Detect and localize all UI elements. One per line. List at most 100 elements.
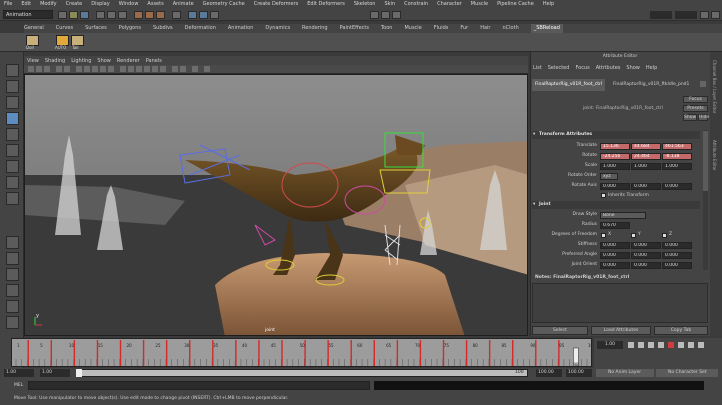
- menu-muscle[interactable]: Muscle: [471, 1, 488, 7]
- range-slider-handle[interactable]: [76, 369, 82, 377]
- stiffness-x-field[interactable]: 0.000: [600, 242, 630, 249]
- textured-icon[interactable]: [144, 66, 150, 72]
- shelf-tab-muscle[interactable]: Muscle: [404, 24, 421, 33]
- menu-create[interactable]: Create: [66, 1, 83, 7]
- tab-foot-ctrl[interactable]: FinalRaptorRig_v01R_foot_ctrl: [532, 79, 606, 91]
- menu-edit-deformers[interactable]: Edit Deformers: [307, 1, 345, 7]
- shelf-tab-painteffects[interactable]: PaintEffects: [340, 24, 369, 33]
- time-slider[interactable]: 1510152025303540455055606570758085909510…: [11, 338, 592, 367]
- playback-end-field[interactable]: 100.00: [536, 369, 562, 377]
- universal-manipulator-icon[interactable]: [6, 160, 19, 173]
- open-scene-icon[interactable]: [69, 11, 78, 19]
- ae-menu-selected[interactable]: Selected: [548, 64, 570, 73]
- keyframe-marker[interactable]: [258, 340, 260, 366]
- grid-toggle-icon[interactable]: [64, 66, 70, 72]
- shelf-tab-toon[interactable]: Toon: [381, 24, 393, 33]
- viewport-menu-lighting[interactable]: Lighting: [71, 58, 91, 64]
- input-line-icon[interactable]: [370, 11, 379, 19]
- ae-menu-show[interactable]: Show: [626, 64, 640, 73]
- hide-button[interactable]: Hide: [698, 114, 709, 121]
- history-icon[interactable]: [172, 11, 181, 19]
- select-tool-icon[interactable]: [6, 64, 19, 77]
- show-manipulator-icon[interactable]: [6, 192, 19, 205]
- preferred-z-field[interactable]: 0.000: [662, 252, 692, 259]
- attribute-scrollbar-thumb[interactable]: [703, 131, 708, 191]
- shadows-icon[interactable]: [160, 66, 166, 72]
- shelf-tab-general[interactable]: General: [24, 24, 44, 33]
- select-component-icon[interactable]: [118, 11, 127, 19]
- rotate-axis-x-field[interactable]: 0.000: [600, 183, 630, 190]
- anim-layer-dropdown[interactable]: No Anim Layer: [596, 369, 654, 377]
- viewport-menu-view[interactable]: View: [27, 58, 39, 64]
- menu-character[interactable]: Character: [437, 1, 462, 7]
- xray-icon[interactable]: [172, 66, 178, 72]
- rotate-axis-z-field[interactable]: 0.000: [662, 183, 692, 190]
- snap-grid-icon[interactable]: [134, 11, 143, 19]
- hypershade-layout-icon[interactable]: [6, 316, 19, 329]
- select-button[interactable]: Select: [532, 326, 588, 335]
- keyframe-marker[interactable]: [119, 340, 122, 366]
- node-name-field[interactable]: FinalRaptorRig_v01R_foot_ctrl: [596, 106, 663, 111]
- menu-skeleton[interactable]: Skeleton: [354, 1, 376, 7]
- keyframe-marker[interactable]: [350, 340, 352, 366]
- keyframe-marker[interactable]: [396, 340, 399, 366]
- animation-end-field[interactable]: 100.00: [566, 369, 592, 377]
- menu-edit[interactable]: Edit: [21, 1, 31, 7]
- viewport-menu-show[interactable]: Show: [97, 58, 111, 64]
- toggle-channel-box-icon[interactable]: [711, 11, 720, 19]
- current-frame-field[interactable]: 1.00: [597, 341, 623, 349]
- ipr-render-icon[interactable]: [199, 11, 208, 19]
- shelf-tab-deformation[interactable]: Deformation: [185, 24, 216, 33]
- menu-window[interactable]: Window: [119, 1, 139, 7]
- high-quality-icon[interactable]: [204, 66, 210, 72]
- scale-x-field[interactable]: 1.000: [600, 163, 630, 170]
- quick-select-field[interactable]: [650, 11, 672, 19]
- safe-action-icon[interactable]: [108, 66, 114, 72]
- menu-set-dropdown[interactable]: Animation: [3, 10, 53, 19]
- rotate-order-dropdown[interactable]: xyz: [600, 173, 618, 180]
- preferred-y-field[interactable]: 0.000: [631, 252, 661, 259]
- menu-assets[interactable]: Assets: [147, 1, 163, 7]
- section-joint[interactable]: Joint: [532, 201, 700, 209]
- use-all-lights-icon[interactable]: [152, 66, 158, 72]
- lock-icon[interactable]: [392, 11, 401, 19]
- inherits-transform-checkbox[interactable]: [601, 193, 606, 198]
- rotate-x-field[interactable]: -24.256: [600, 153, 630, 160]
- wireframe-on-shaded-icon[interactable]: [136, 66, 142, 72]
- select-object-icon[interactable]: [107, 11, 116, 19]
- rotate-tool-icon[interactable]: [6, 128, 19, 141]
- menu-animate[interactable]: Animate: [173, 1, 194, 7]
- side-by-side-layout-icon[interactable]: [6, 268, 19, 281]
- wireframe-icon[interactable]: [120, 66, 126, 72]
- keyframe-marker[interactable]: [281, 340, 283, 366]
- snap-curve-icon[interactable]: [145, 11, 154, 19]
- orient-z-field[interactable]: 0.000: [662, 262, 692, 269]
- xray-joints-icon[interactable]: [180, 66, 186, 72]
- show-button[interactable]: Show: [683, 114, 697, 121]
- shelf-tab-animation[interactable]: Animation: [228, 24, 254, 33]
- shelf-tab-fluids[interactable]: Fluids: [434, 24, 449, 33]
- translate-z-field[interactable]: 461.563: [662, 143, 692, 150]
- character-set-dropdown[interactable]: No Character Set: [656, 369, 718, 377]
- focus-button[interactable]: Focus: [683, 96, 708, 103]
- draw-style-dropdown[interactable]: Bone: [600, 212, 646, 219]
- channel-box-tab[interactable]: Channel Box / Layer Editor: [712, 60, 717, 113]
- shelf-tab-dynamics[interactable]: Dynamics: [265, 24, 290, 33]
- stiffness-y-field[interactable]: 0.000: [631, 242, 661, 249]
- tab-idle-pnd[interactable]: FinalRaptorRig_v01R_ftkIdle_pnd1: [610, 79, 692, 91]
- radius-field[interactable]: 0.670: [600, 222, 630, 229]
- range-slider[interactable]: [76, 369, 528, 377]
- menu-skin[interactable]: Skin: [384, 1, 395, 7]
- notes-textarea[interactable]: [532, 283, 708, 323]
- quick-rename-field[interactable]: [675, 11, 697, 19]
- menu-display[interactable]: Display: [91, 1, 109, 7]
- orient-y-field[interactable]: 0.000: [631, 262, 661, 269]
- viewport-menu-panels[interactable]: Panels: [146, 58, 162, 64]
- keyframe-marker[interactable]: [165, 340, 168, 366]
- gate-mask-icon[interactable]: [92, 66, 98, 72]
- field-chart-icon[interactable]: [100, 66, 106, 72]
- select-hierarchy-icon[interactable]: [96, 11, 105, 19]
- pick-icon[interactable]: [381, 11, 390, 19]
- save-scene-icon[interactable]: [80, 11, 89, 19]
- dof-z-checkbox[interactable]: [662, 233, 667, 238]
